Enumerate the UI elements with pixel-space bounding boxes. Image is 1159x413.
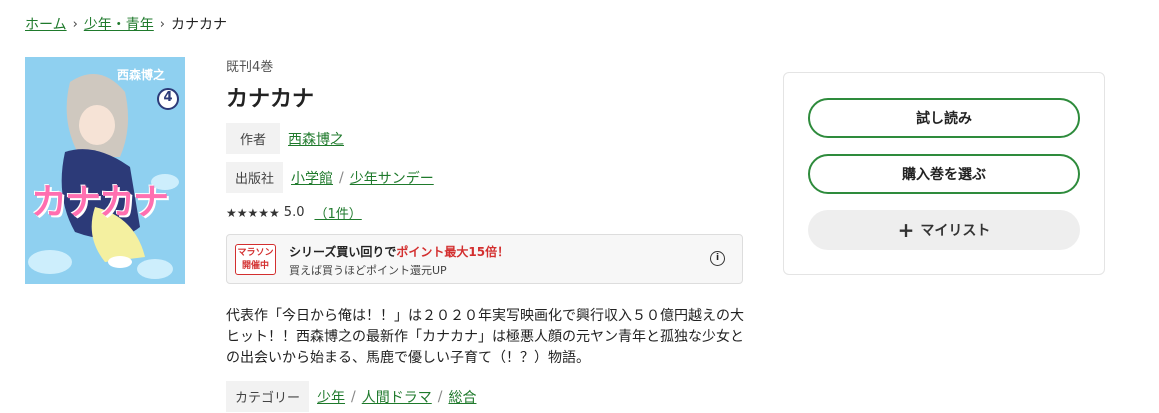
- campaign-headline-a: シリーズ買い回りで: [289, 245, 397, 259]
- campaign-banner[interactable]: マラソン 開催中 シリーズ買い回りでポイント最大15倍！ 買えば買うほどポイント…: [226, 234, 743, 284]
- campaign-subtext: 買えば買うほどポイント還元UP: [289, 264, 447, 277]
- volume-count: 既刊4巻: [226, 60, 274, 75]
- publisher-row: 出版社 小学館 / 少年サンデー: [226, 162, 746, 193]
- cover-author: 西森博之: [117, 68, 166, 82]
- chevron-right-icon: ›: [159, 16, 165, 32]
- plus-icon: +: [897, 218, 915, 242]
- separator: /: [339, 169, 344, 186]
- category-link-shounen[interactable]: 少年: [317, 387, 345, 407]
- info-icon[interactable]: i: [710, 251, 725, 266]
- campaign-badge-line1: マラソン: [237, 248, 274, 258]
- label-link[interactable]: 少年サンデー: [350, 168, 434, 188]
- publisher-link[interactable]: 小学館: [291, 168, 333, 188]
- cover-volume-number: 4: [163, 90, 173, 105]
- star-rating-icon: ★★★★★: [226, 205, 280, 220]
- author-row: 作者 西森博之: [226, 123, 746, 154]
- author-label: 作者: [226, 123, 281, 154]
- category-label: カテゴリー: [226, 381, 310, 412]
- author-link[interactable]: 西森博之: [288, 129, 344, 149]
- mylist-label: マイリスト: [920, 223, 991, 239]
- campaign-headline-b: ポイント最大15倍！: [396, 245, 510, 259]
- category-link-general[interactable]: 総合: [448, 387, 476, 407]
- book-info: 既刊4巻 カナカナ 作者 西森博之 出版社 小学館 / 少年サンデー ★★★★★…: [226, 56, 746, 412]
- book-description: 代表作「今日から俺は！！」は２０２０年実写映画化で興行収入５０億円越えの大ヒット…: [226, 308, 744, 366]
- breadcrumb: ホーム › 少年・青年 › カナカナ: [25, 14, 227, 34]
- book-cover[interactable]: 西森博之 4 カナカナ: [25, 57, 185, 284]
- book-title: カナカナ: [226, 87, 315, 112]
- category-row: カテゴリー 少年 / 人間ドラマ / 総合: [226, 381, 746, 412]
- cover-illustration: [25, 57, 185, 284]
- review-count-link[interactable]: （1件）: [314, 203, 361, 222]
- separator: /: [437, 388, 443, 405]
- separator: /: [351, 388, 356, 405]
- add-mylist-button[interactable]: + マイリスト: [808, 210, 1080, 250]
- category-link-drama[interactable]: 人間ドラマ: [362, 387, 432, 407]
- breadcrumb-home-link[interactable]: ホーム: [25, 14, 67, 34]
- select-volume-button[interactable]: 購入巻を選ぶ: [808, 154, 1080, 194]
- rating-value: 5.0: [283, 205, 305, 220]
- campaign-badge-line2: 開催中: [241, 261, 269, 271]
- chevron-right-icon: ›: [72, 16, 78, 32]
- campaign-headline: シリーズ買い回りでポイント最大15倍！: [289, 243, 509, 260]
- campaign-badge: マラソン 開催中: [235, 244, 276, 275]
- cover-title-art: カナカナ: [31, 182, 169, 223]
- breadcrumb-category-link[interactable]: 少年・青年: [84, 14, 154, 34]
- trial-read-button[interactable]: 試し読み: [808, 98, 1080, 138]
- action-panel: 試し読み 購入巻を選ぶ + マイリスト: [783, 72, 1105, 275]
- publisher-label: 出版社: [226, 162, 284, 193]
- rating-row: ★★★★★ 5.0 （1件）: [226, 203, 746, 222]
- breadcrumb-current: カナカナ: [171, 17, 227, 33]
